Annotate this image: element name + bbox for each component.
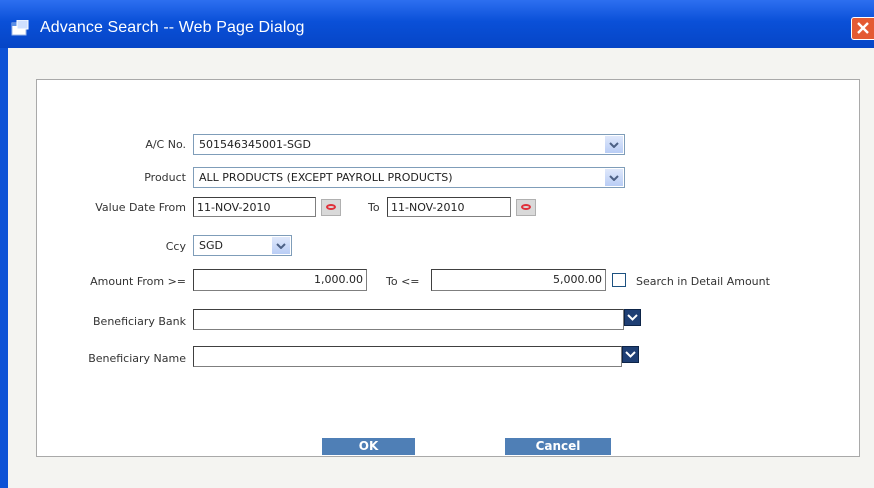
currency-label: Ccy [165, 240, 186, 253]
chevron-down-icon[interactable] [604, 136, 623, 153]
beneficiary-bank-dropdown-button[interactable] [624, 309, 641, 326]
account-select[interactable]: 501546345001-SGD [193, 134, 625, 155]
cancel-button[interactable]: Cancel [505, 438, 611, 455]
beneficiary-name-dropdown-button[interactable] [622, 346, 639, 363]
currency-value: SGD [199, 239, 223, 252]
beneficiary-name-label: Beneficiary Name [88, 352, 186, 365]
search-in-detail-label: Search in Detail Amount [636, 275, 770, 288]
value-date-from-label: Value Date From [95, 201, 186, 214]
beneficiary-bank-label: Beneficiary Bank [93, 315, 186, 328]
amount-from-input[interactable]: 1,000.00 [193, 269, 367, 291]
value-date-to-input[interactable]: 11-NOV-2010 [387, 197, 511, 217]
product-select[interactable]: ALL PRODUCTS (EXCEPT PAYROLL PRODUCTS) [193, 167, 625, 188]
window-icon [11, 20, 29, 36]
calendar-icon[interactable] [321, 199, 341, 216]
product-label: Product [144, 171, 186, 184]
value-date-from-value: 11-NOV-2010 [197, 201, 271, 214]
window-title: Advance Search -- Web Page Dialog [40, 19, 305, 36]
currency-select[interactable]: SGD [193, 235, 292, 256]
amount-to-label: To <= [386, 275, 420, 288]
value-date-to-value: 11-NOV-2010 [391, 201, 465, 214]
amount-to-value: 5,000.00 [553, 273, 602, 286]
account-value: 501546345001-SGD [199, 138, 311, 151]
ok-button[interactable]: OK [322, 438, 415, 455]
window-frame [0, 48, 8, 488]
product-value: ALL PRODUCTS (EXCEPT PAYROLL PRODUCTS) [199, 171, 453, 184]
chevron-down-icon [627, 314, 638, 321]
close-icon [857, 22, 869, 34]
amount-to-input[interactable]: 5,000.00 [431, 269, 606, 291]
amount-from-value: 1,000.00 [314, 273, 363, 286]
chevron-down-icon[interactable] [604, 169, 623, 186]
chevron-down-icon [625, 351, 636, 358]
beneficiary-name-input[interactable] [193, 346, 622, 367]
amount-from-label: Amount From >= [90, 275, 186, 288]
search-in-detail-checkbox[interactable] [612, 273, 626, 287]
chevron-down-icon[interactable] [271, 237, 290, 254]
calendar-icon[interactable] [516, 199, 536, 216]
beneficiary-bank-input[interactable] [193, 309, 624, 330]
title-bar: Advance Search -- Web Page Dialog [0, 0, 874, 48]
account-label: A/C No. [145, 138, 186, 151]
value-date-to-label: To [368, 201, 380, 214]
close-button[interactable] [851, 17, 874, 40]
value-date-from-input[interactable]: 11-NOV-2010 [193, 197, 316, 217]
